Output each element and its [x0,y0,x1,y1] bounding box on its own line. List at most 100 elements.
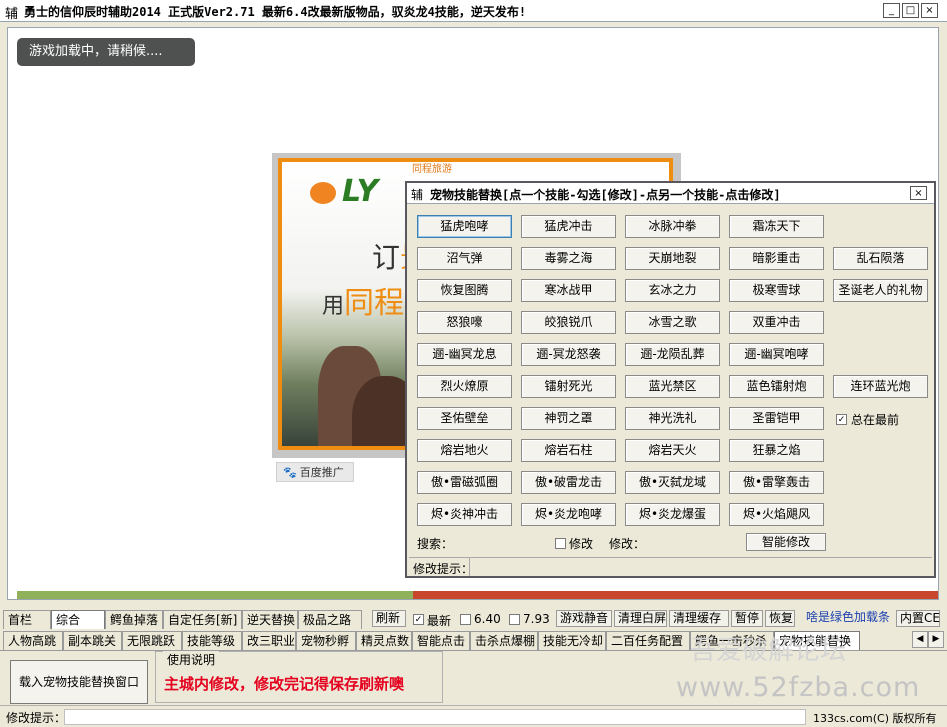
tab-5[interactable]: 极品之路 [298,610,362,629]
skill-button[interactable]: 双重冲击 [729,311,824,334]
feature-tab-2[interactable]: 无限跳跃 [122,631,182,650]
skill-button[interactable]: 沼气弹 [417,247,512,270]
skill-button[interactable]: 神罚之罩 [521,407,616,430]
dialog-titlebar: 辅 宠物技能替换[点一个技能-勾选[修改]-点另一个技能-点击修改] × [407,183,934,204]
maximize-button[interactable]: □ [902,3,919,18]
skill-button[interactable]: 狂暴之焰 [729,439,824,462]
skill-button[interactable]: 冰雪之歌 [625,311,720,334]
refresh-button[interactable]: 刷新 [372,610,406,627]
skill-button[interactable]: 烬•火焰飓风 [729,503,824,526]
skill-button[interactable]: 冰脉冲拳 [625,215,720,238]
skill-button[interactable]: 圣诞老人的礼物 [833,279,928,302]
skill-button[interactable]: 蓝色镭射炮 [729,375,824,398]
load-pet-skill-window-button[interactable]: 载入宠物技能替换窗口 [10,660,148,704]
modify-check-label: 修改 [569,537,594,551]
tab-0[interactable]: 首栏 [3,610,51,629]
skill-button[interactable]: 傲•灭弑龙域 [625,471,720,494]
skill-button[interactable]: 熔岩石柱 [521,439,616,462]
smart-modify-button[interactable]: 智能修改 [746,533,826,551]
skill-button[interactable]: 逦-龙陨乱葬 [625,343,720,366]
skill-button[interactable]: 乱石陨落 [833,247,928,270]
skill-button[interactable]: 极寒雪球 [729,279,824,302]
tab-3[interactable]: 自定任务[新] [163,610,242,629]
feature-tab-3[interactable]: 技能等级 [182,631,242,650]
baidu-promo-tag[interactable]: 🐾 百度推广 [276,462,354,482]
skill-button[interactable]: 猛虎咆哮 [417,215,512,238]
version-checkbox[interactable] [460,614,471,625]
tab-2[interactable]: 鳄鱼掉落 [105,610,163,629]
skill-button[interactable]: 猛虎冲击 [521,215,616,238]
pet-skill-replace-dialog: 辅 宠物技能替换[点一个技能-勾选[修改]-点另一个技能-点击修改] × 猛虎咆… [405,181,936,578]
skill-button[interactable]: 圣雷铠甲 [729,407,824,430]
loading-toast: 游戏加载中，请稍候.... [17,38,195,66]
toolbar-button-2[interactable]: 清理缓存 [669,610,729,627]
skill-button[interactable]: 烬•炎龙咆哮 [521,503,616,526]
skill-button[interactable]: 傲•雷磁弧圈 [417,471,512,494]
version-check-2[interactable]: 7.93 [509,611,555,628]
feature-tab-0[interactable]: 人物高跳 [3,631,63,650]
skill-button[interactable]: 天崩地裂 [625,247,720,270]
feature-tab-6[interactable]: 精灵点数 [356,631,412,650]
tab-scroll-left-icon[interactable]: ◀ [912,631,928,648]
skill-button[interactable]: 逦-幽冥咆哮 [729,343,824,366]
toolbar-button-3[interactable]: 暂停 [731,610,763,627]
skill-button[interactable]: 寒冰战甲 [521,279,616,302]
skill-button[interactable]: 傲•破雷龙击 [521,471,616,494]
tab-scroll-right-icon[interactable]: ▶ [928,631,944,648]
close-button[interactable]: × [921,3,938,18]
skill-button[interactable]: 蓝光禁区 [625,375,720,398]
loading-progress-bar [17,591,938,599]
feature-tab-10[interactable]: 二百任务配置 [606,631,690,650]
green-bar-help-link[interactable]: 啥是绿色加载条 [803,610,893,627]
modify-checkbox[interactable] [555,538,566,549]
forum-watermark: 吾爱破解论坛 [690,636,847,666]
skill-button[interactable]: 圣佑壁垒 [417,407,512,430]
skill-button[interactable]: 霜冻天下 [729,215,824,238]
dialog-close-button[interactable]: × [910,186,927,200]
tab-1[interactable]: 综合 [51,610,105,629]
version-checkbox[interactable] [509,614,520,625]
feature-tab-8[interactable]: 击杀点爆棚 [470,631,538,650]
toolbar-button-4[interactable]: 恢复 [765,610,795,627]
skill-button[interactable]: 连环蓝光炮 [833,375,928,398]
always-on-top-label: 总在最前 [851,413,900,427]
skill-button[interactable]: 熔岩天火 [625,439,720,462]
window-title: 勇士的信仰辰时辅助2014 正式版Ver2.71 最新6.4改最新版物品，驭炎龙… [24,5,527,19]
search-label: 搜索： [417,537,454,551]
version-check-1[interactable]: 6.40 [460,611,506,628]
feature-tab-9[interactable]: 技能无冷却 [538,631,606,650]
skill-button[interactable]: 烬•炎龙爆蛋 [625,503,720,526]
hint-divider [469,558,470,576]
skill-button[interactable]: 傲•雷擎轰击 [729,471,824,494]
toolbar-button-0[interactable]: 游戏静音 [556,610,612,627]
window-titlebar: 辅 勇士的信仰辰时辅助2014 正式版Ver2.71 最新6.4改最新版物品，驭… [0,0,947,22]
skill-button[interactable]: 逦-冥龙怒袭 [521,343,616,366]
feature-tab-7[interactable]: 智能点击 [412,631,470,650]
skill-button[interactable]: 怒狼嚎 [417,311,512,334]
skill-button[interactable]: 恢复图腾 [417,279,512,302]
toolbar-button-1[interactable]: 清理白屏 [614,610,667,627]
skill-button[interactable]: 皎狼锐爪 [521,311,616,334]
skill-button[interactable]: 神光洗礼 [625,407,720,430]
minimize-button[interactable]: _ [883,3,900,18]
skill-button[interactable]: 逦-幽冥龙息 [417,343,512,366]
dialog-title: 宠物技能替换[点一个技能-勾选[修改]-点另一个技能-点击修改] [430,188,781,202]
skill-button[interactable]: 烈火燎原 [417,375,512,398]
feature-tab-5[interactable]: 宠物秒孵 [296,631,356,650]
builtin-ce-button[interactable]: 内置CE [896,610,940,627]
status-field [64,709,806,725]
version-check-0[interactable]: ✓ 最新 [413,611,457,628]
skill-button[interactable]: 毒雾之海 [521,247,616,270]
skill-button[interactable]: 暗影重击 [729,247,824,270]
always-on-top-checkbox[interactable]: ✓ [836,414,847,425]
skill-button[interactable]: 镭射死光 [521,375,616,398]
tab-4[interactable]: 逆天替换 [242,610,298,629]
feature-tab-1[interactable]: 副本跳关 [63,631,122,650]
dialog-icon: 辅 [411,188,424,202]
skill-button[interactable]: 熔岩地火 [417,439,512,462]
copyright-text: 133cs.com(C) 版权所有 [813,712,937,725]
skill-button[interactable]: 玄冰之力 [625,279,720,302]
version-checkbox[interactable]: ✓ [413,614,424,625]
skill-button[interactable]: 烬•炎神冲击 [417,503,512,526]
feature-tab-4[interactable]: 改三职业 [242,631,296,650]
